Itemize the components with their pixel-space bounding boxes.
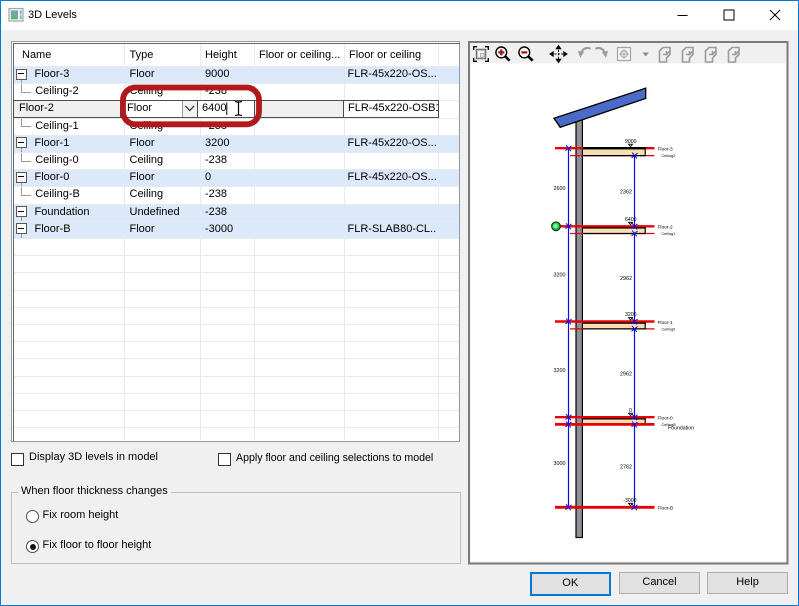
svg-text:CeilingB: CeilingB xyxy=(662,423,677,427)
svg-text:Floor-B: Floor-B xyxy=(658,506,674,512)
svg-text:6400: 6400 xyxy=(625,217,637,223)
svg-text:Floor-0: Floor-0 xyxy=(658,416,674,422)
svg-text:Ceiling2: Ceiling2 xyxy=(662,154,676,158)
svg-text:0: 0 xyxy=(629,408,632,414)
svg-text:-3000: -3000 xyxy=(623,498,636,504)
svg-text:Ceiling0: Ceiling0 xyxy=(662,328,676,332)
svg-text:2762: 2762 xyxy=(620,464,632,470)
svg-text:3200: 3200 xyxy=(554,368,566,374)
svg-text:9000: 9000 xyxy=(625,139,637,145)
svg-text:Floor-1: Floor-1 xyxy=(658,320,674,326)
svg-text:2962: 2962 xyxy=(620,372,632,378)
svg-text:Ceiling1: Ceiling1 xyxy=(662,232,676,236)
svg-text:3000: 3000 xyxy=(554,461,566,467)
svg-text:2600: 2600 xyxy=(554,186,566,192)
svg-text:2362: 2362 xyxy=(620,189,632,195)
svg-text:3200: 3200 xyxy=(554,272,566,278)
svg-text:Floor-3: Floor-3 xyxy=(658,147,674,153)
svg-text:Foundation: Foundation xyxy=(668,426,694,432)
svg-text:Floor-2: Floor-2 xyxy=(658,225,674,231)
svg-text:2962: 2962 xyxy=(620,276,632,282)
svg-text:3200: 3200 xyxy=(625,312,637,318)
